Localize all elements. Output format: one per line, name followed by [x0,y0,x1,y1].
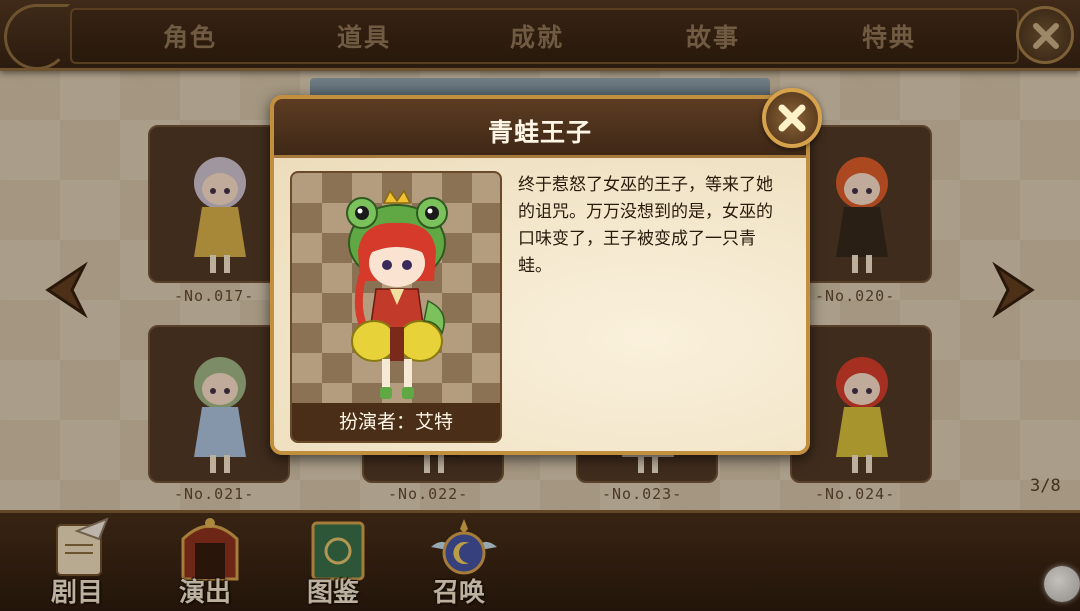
character-description: 终于惹怒了女巫的王子，等来了她的诅咒。万万没想到的是，女巫的口味变了，王子被变成… [518,175,773,276]
character-portrait: 扮演者：艾特 [290,171,502,443]
character-detail-dialog: 青蛙王子 扮演者：艾特 终于惹怒了女巫的王子，等来了她的诅咒。万万没想到的是，女… [270,95,810,455]
dialog-title: 青蛙王子 [487,118,592,147]
frog-prince-illustration [346,189,448,399]
dialog-body: 扮演者：艾特 终于惹怒了女巫的王子，等来了她的诅咒。万万没想到的是，女巫的口味变… [274,158,806,451]
close-x-icon [778,104,806,132]
dialog-close-button[interactable] [762,88,822,148]
dialog-header: 青蛙王子 [274,99,806,158]
actor-label: 扮演者：艾特 [292,403,500,441]
